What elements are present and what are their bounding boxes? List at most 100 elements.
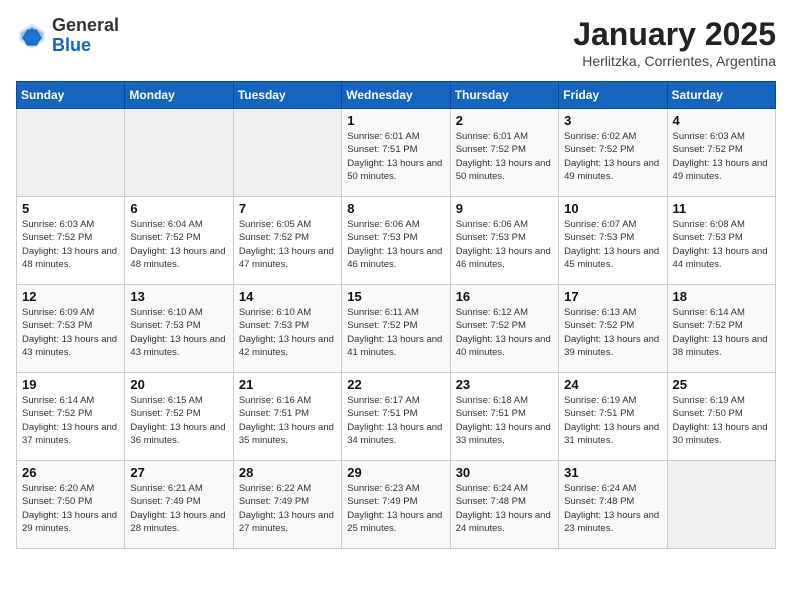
header-thursday: Thursday [450, 82, 558, 109]
calendar-cell: 5Sunrise: 6:03 AMSunset: 7:52 PMDaylight… [17, 197, 125, 285]
header-friday: Friday [559, 82, 667, 109]
day-info: Sunrise: 6:10 AMSunset: 7:53 PMDaylight:… [239, 306, 336, 359]
header-sunday: Sunday [17, 82, 125, 109]
title-block: January 2025 Herlitzka, Corrientes, Arge… [573, 16, 776, 69]
calendar-cell: 15Sunrise: 6:11 AMSunset: 7:52 PMDayligh… [342, 285, 450, 373]
day-info: Sunrise: 6:09 AMSunset: 7:53 PMDaylight:… [22, 306, 119, 359]
calendar-cell: 17Sunrise: 6:13 AMSunset: 7:52 PMDayligh… [559, 285, 667, 373]
calendar-cell: 14 Sunrise: 6:10 AMSunset: 7:53 PMDayligh… [233, 285, 341, 373]
calendar-header: Sunday Monday Tuesday Wednesday Thursday… [17, 82, 776, 109]
day-number: 28 [239, 465, 336, 480]
day-info: Sunrise: 6:10 AMSunset: 7:53 PMDaylight:… [130, 306, 227, 359]
day-number: 9 [456, 201, 553, 216]
day-number: 21 [239, 377, 336, 392]
calendar-cell: 30Sunrise: 6:24 AMSunset: 7:48 PMDayligh… [450, 461, 558, 549]
day-info: Sunrise: 6:20 AMSunset: 7:50 PMDaylight:… [22, 482, 119, 535]
location-subtitle: Herlitzka, Corrientes, Argentina [573, 53, 776, 69]
day-number: 17 [564, 289, 661, 304]
calendar-cell: 25 Sunrise: 6:19 AMSunset: 7:50 PMDayligh… [667, 373, 775, 461]
day-info: Sunrise: 6:04 AMSunset: 7:52 PMDaylight:… [130, 218, 227, 271]
calendar-cell: 18 Sunrise: 6:14 AMSunset: 7:52 PMDayligh… [667, 285, 775, 373]
day-number: 2 [456, 113, 553, 128]
month-title: January 2025 [573, 16, 776, 53]
day-number: 19 [22, 377, 119, 392]
calendar-week-5: 26 Sunrise: 6:20 AMSunset: 7:50 PMDayligh… [17, 461, 776, 549]
day-number: 10 [564, 201, 661, 216]
calendar-cell [125, 109, 233, 197]
calendar-table: Sunday Monday Tuesday Wednesday Thursday… [16, 81, 776, 549]
calendar-cell: 26 Sunrise: 6:20 AMSunset: 7:50 PMDayligh… [17, 461, 125, 549]
day-number: 30 [456, 465, 553, 480]
day-info: Sunrise: 6:22 AMSunset: 7:49 PMDaylight:… [239, 482, 336, 535]
calendar-cell: 10 Sunrise: 6:07 AMSunset: 7:53 PMDayligh… [559, 197, 667, 285]
day-info: Sunrise: 6:07 AMSunset: 7:53 PMDaylight:… [564, 218, 661, 271]
day-info: Sunrise: 6:19 AMSunset: 7:50 PMDaylight:… [673, 394, 770, 447]
calendar-cell: 21 Sunrise: 6:16 AMSunset: 7:51 PMDayligh… [233, 373, 341, 461]
day-info: Sunrise: 6:23 AMSunset: 7:49 PMDaylight:… [347, 482, 444, 535]
day-info: Sunrise: 6:11 AMSunset: 7:52 PMDaylight:… [347, 306, 444, 359]
calendar-cell: 13Sunrise: 6:10 AMSunset: 7:53 PMDayligh… [125, 285, 233, 373]
calendar-cell: 4 Sunrise: 6:03 AMSunset: 7:52 PMDaylight… [667, 109, 775, 197]
day-info: Sunrise: 6:03 AMSunset: 7:52 PMDaylight:… [673, 130, 770, 183]
calendar-cell [667, 461, 775, 549]
calendar-body: 1Sunrise: 6:01 AMSunset: 7:51 PMDaylight… [17, 109, 776, 549]
day-info: Sunrise: 6:15 AMSunset: 7:52 PMDaylight:… [130, 394, 227, 447]
day-info: Sunrise: 6:17 AMSunset: 7:51 PMDaylight:… [347, 394, 444, 447]
day-number: 4 [673, 113, 770, 128]
day-info: Sunrise: 6:18 AMSunset: 7:51 PMDaylight:… [456, 394, 553, 447]
calendar-cell: 12 Sunrise: 6:09 AMSunset: 7:53 PMDayligh… [17, 285, 125, 373]
day-number: 27 [130, 465, 227, 480]
calendar-cell: 11 Sunrise: 6:08 AMSunset: 7:53 PMDayligh… [667, 197, 775, 285]
calendar-cell: 6 Sunrise: 6:04 AMSunset: 7:52 PMDaylight… [125, 197, 233, 285]
calendar-cell: 3Sunrise: 6:02 AMSunset: 7:52 PMDaylight… [559, 109, 667, 197]
page-header: General Blue January 2025 Herlitzka, Cor… [16, 16, 776, 69]
logo-blue-text: Blue [52, 36, 119, 56]
day-info: Sunrise: 6:24 AMSunset: 7:48 PMDaylight:… [564, 482, 661, 535]
logo-general-text: General [52, 16, 119, 36]
day-info: Sunrise: 6:03 AMSunset: 7:52 PMDaylight:… [22, 218, 119, 271]
day-number: 22 [347, 377, 444, 392]
day-number: 6 [130, 201, 227, 216]
calendar-week-4: 19 Sunrise: 6:14 AMSunset: 7:52 PMDayligh… [17, 373, 776, 461]
day-number: 11 [673, 201, 770, 216]
calendar-cell: 20 Sunrise: 6:15 AMSunset: 7:52 PMDayligh… [125, 373, 233, 461]
calendar-week-2: 5Sunrise: 6:03 AMSunset: 7:52 PMDaylight… [17, 197, 776, 285]
calendar-cell [233, 109, 341, 197]
logo: General Blue [16, 16, 119, 56]
day-info: Sunrise: 6:05 AMSunset: 7:52 PMDaylight:… [239, 218, 336, 271]
day-number: 20 [130, 377, 227, 392]
day-info: Sunrise: 6:14 AMSunset: 7:52 PMDaylight:… [673, 306, 770, 359]
day-number: 12 [22, 289, 119, 304]
calendar-cell: 31Sunrise: 6:24 AMSunset: 7:48 PMDayligh… [559, 461, 667, 549]
day-number: 14 [239, 289, 336, 304]
calendar-cell: 27 Sunrise: 6:21 AMSunset: 7:49 PMDayligh… [125, 461, 233, 549]
day-info: Sunrise: 6:21 AMSunset: 7:49 PMDaylight:… [130, 482, 227, 535]
day-number: 18 [673, 289, 770, 304]
day-number: 8 [347, 201, 444, 216]
logo-icon [16, 20, 48, 52]
header-tuesday: Tuesday [233, 82, 341, 109]
calendar-cell: 8 Sunrise: 6:06 AMSunset: 7:53 PMDaylight… [342, 197, 450, 285]
day-number: 25 [673, 377, 770, 392]
day-info: Sunrise: 6:16 AMSunset: 7:51 PMDaylight:… [239, 394, 336, 447]
calendar-cell: 7Sunrise: 6:05 AMSunset: 7:52 PMDaylight… [233, 197, 341, 285]
days-of-week-row: Sunday Monday Tuesday Wednesday Thursday… [17, 82, 776, 109]
calendar-week-3: 12 Sunrise: 6:09 AMSunset: 7:53 PMDayligh… [17, 285, 776, 373]
day-info: Sunrise: 6:06 AMSunset: 7:53 PMDaylight:… [347, 218, 444, 271]
day-number: 23 [456, 377, 553, 392]
calendar-cell: 16Sunrise: 6:12 AMSunset: 7:52 PMDayligh… [450, 285, 558, 373]
logo-text: General Blue [52, 16, 119, 56]
day-info: Sunrise: 6:12 AMSunset: 7:52 PMDaylight:… [456, 306, 553, 359]
day-number: 24 [564, 377, 661, 392]
day-number: 26 [22, 465, 119, 480]
day-info: Sunrise: 6:19 AMSunset: 7:51 PMDaylight:… [564, 394, 661, 447]
calendar-cell: 1Sunrise: 6:01 AMSunset: 7:51 PMDaylight… [342, 109, 450, 197]
header-saturday: Saturday [667, 82, 775, 109]
day-info: Sunrise: 6:02 AMSunset: 7:52 PMDaylight:… [564, 130, 661, 183]
day-info: Sunrise: 6:08 AMSunset: 7:53 PMDaylight:… [673, 218, 770, 271]
day-info: Sunrise: 6:14 AMSunset: 7:52 PMDaylight:… [22, 394, 119, 447]
header-monday: Monday [125, 82, 233, 109]
calendar-cell: 28 Sunrise: 6:22 AMSunset: 7:49 PMDayligh… [233, 461, 341, 549]
calendar-cell: 22 Sunrise: 6:17 AMSunset: 7:51 PMDayligh… [342, 373, 450, 461]
day-info: Sunrise: 6:01 AMSunset: 7:52 PMDaylight:… [456, 130, 553, 183]
